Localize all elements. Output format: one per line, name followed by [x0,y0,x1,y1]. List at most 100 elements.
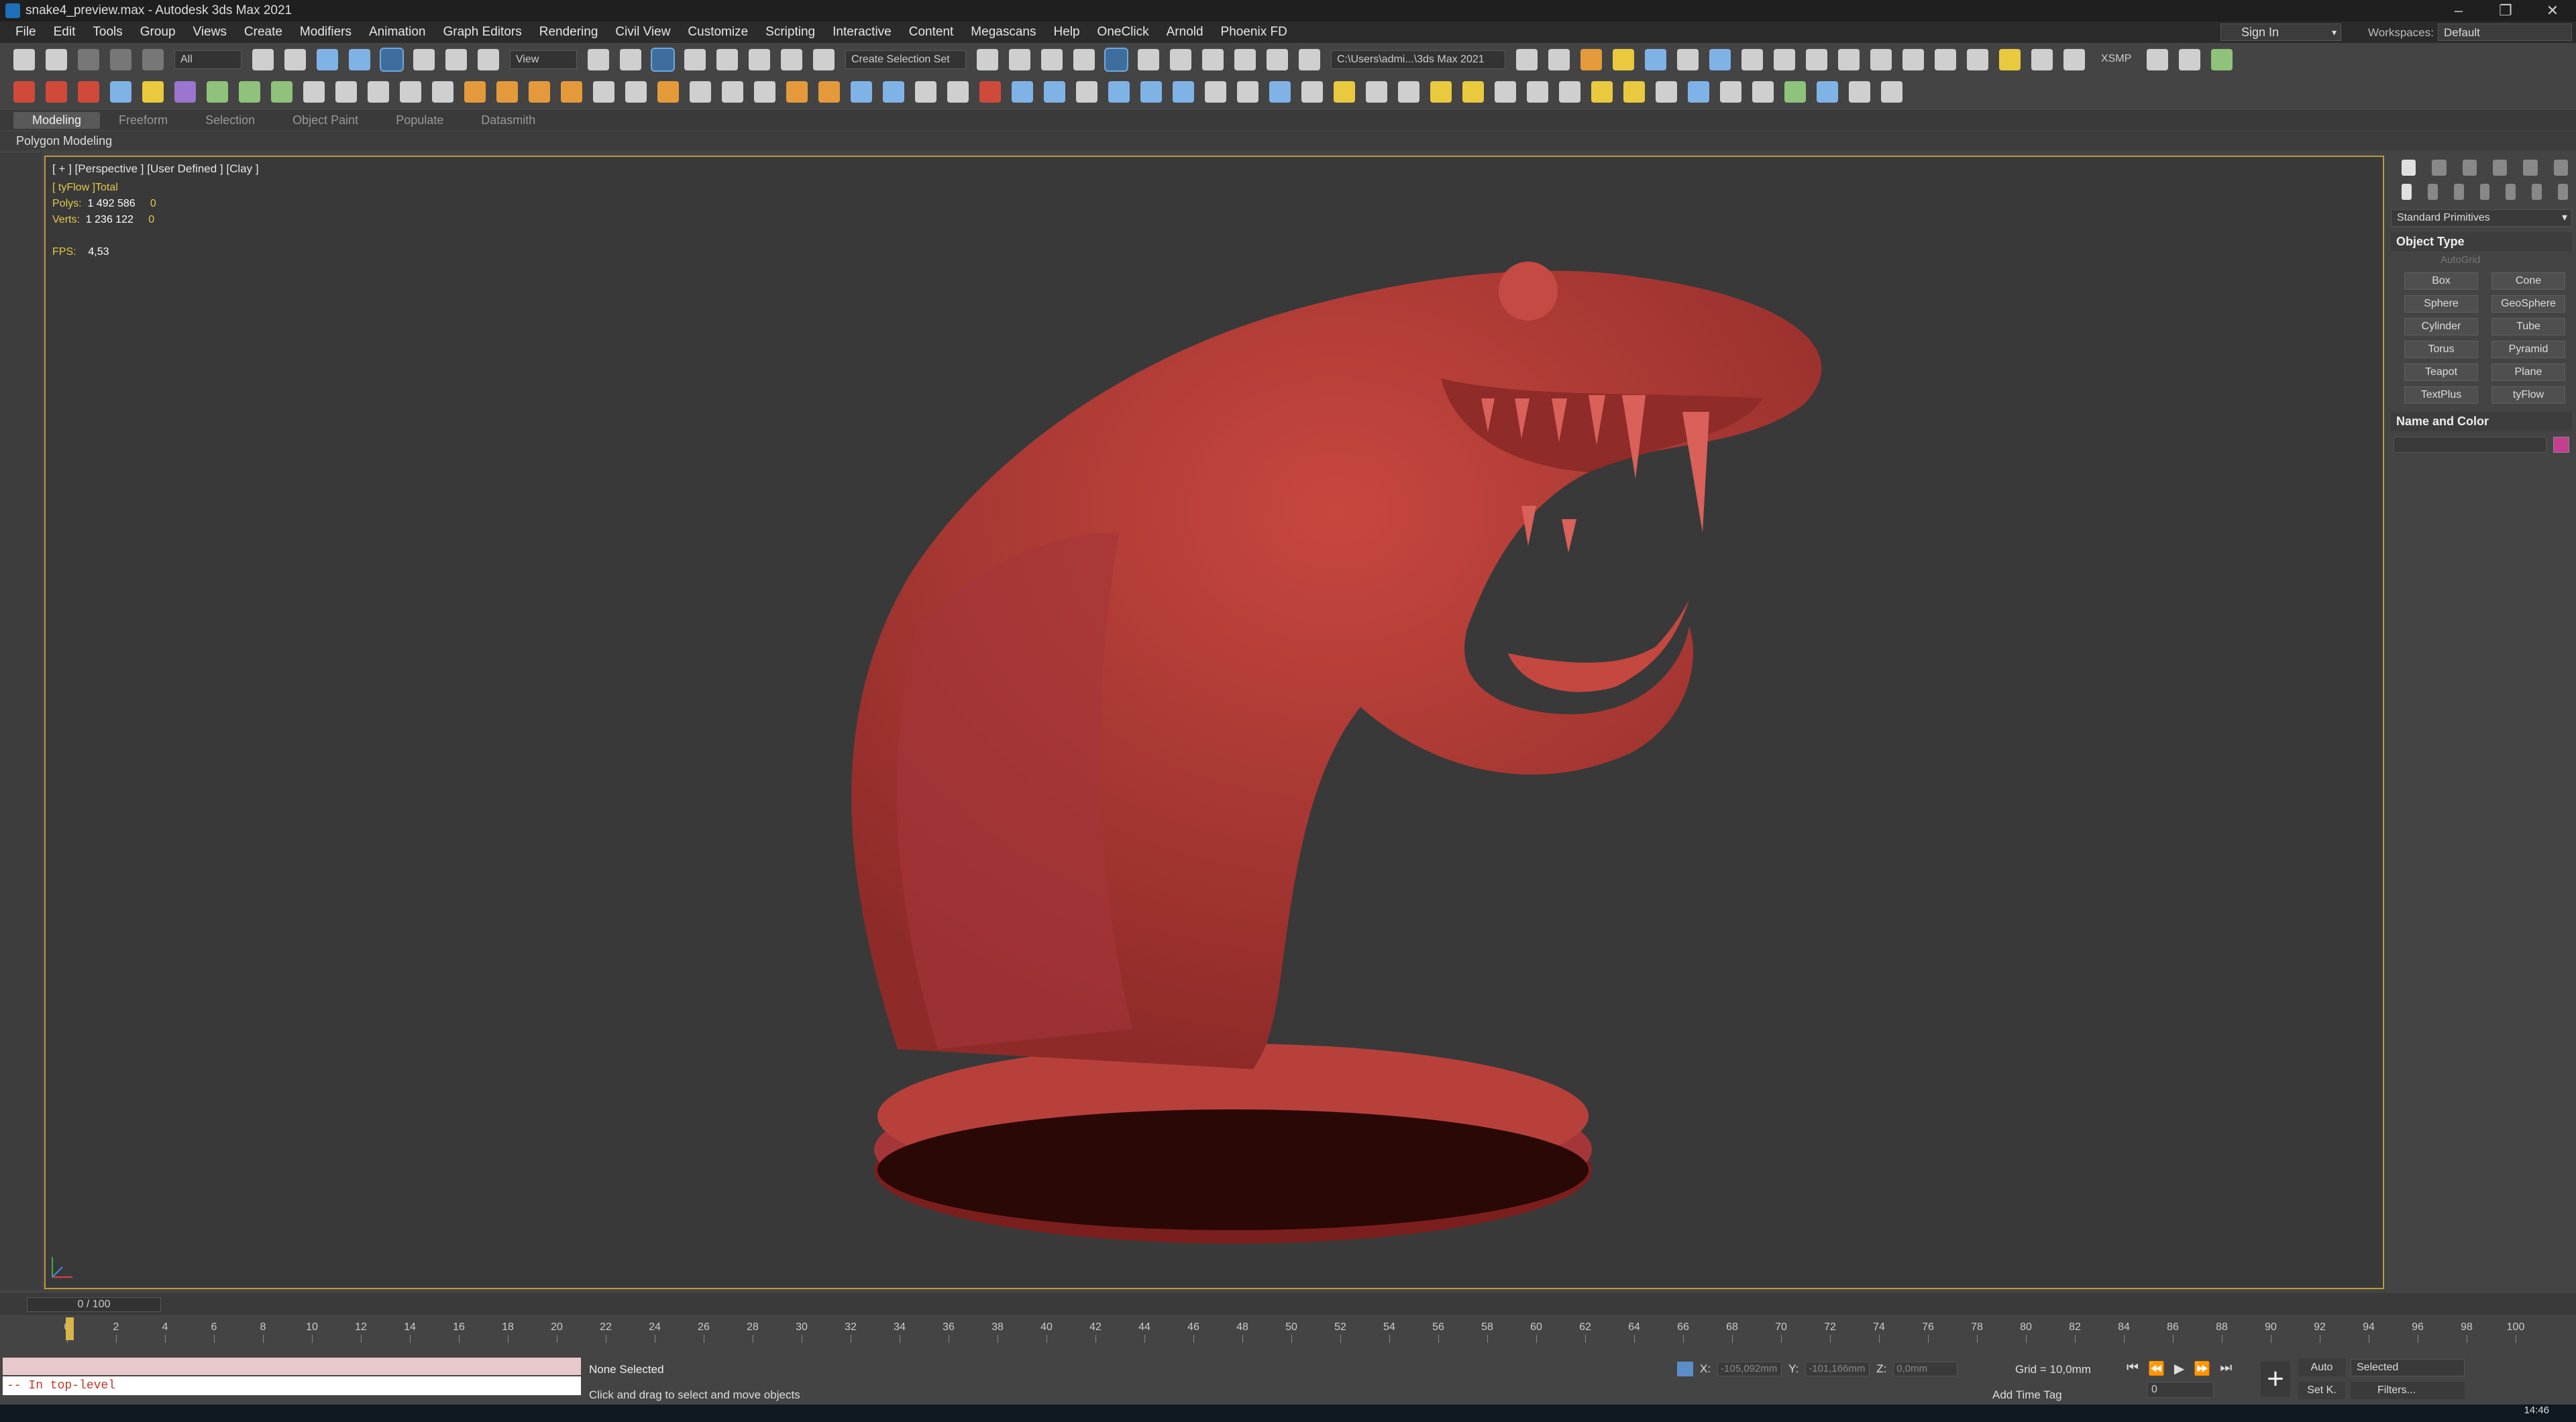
phoenix-sim-icon[interactable] [561,81,582,103]
light-icon-7[interactable] [1838,49,1860,70]
rendered-frame-window-icon[interactable] [1267,49,1288,70]
toolbar-overflow-icon[interactable] [1548,49,1570,70]
menu-tools[interactable]: Tools [84,25,131,40]
vray-material-icon[interactable] [1817,81,1838,103]
create-sphere-button[interactable]: Sphere [2404,295,2478,313]
scene-explorer-icon[interactable] [1041,49,1063,70]
tool-icon-6[interactable] [174,81,196,103]
vray-sun-icon[interactable] [1591,81,1613,103]
cameras-icon[interactable] [2479,184,2490,200]
z-coordinate-field[interactable]: 0,0mm [1893,1362,1958,1376]
menu-phoenix-fd[interactable]: Phoenix FD [1212,25,1296,40]
vray-sphere-light-icon[interactable] [1623,81,1645,103]
align-icon[interactable] [1009,49,1030,70]
select-manipulate-icon[interactable] [620,49,641,70]
phoenix-liquid-icon-5[interactable] [979,81,1001,103]
notes-icon[interactable] [1613,49,1634,70]
ribbon-tab-datasmith[interactable]: Datasmith [462,112,554,129]
tool-icon-9[interactable] [271,81,292,103]
render-setup-icon[interactable] [1234,49,1256,70]
list-icon[interactable] [432,81,453,103]
unlink-icon[interactable] [110,49,131,70]
x-coordinate-field[interactable]: -105,092mm [1717,1362,1782,1376]
vray-cone-icon[interactable] [1559,81,1580,103]
menu-customize[interactable]: Customize [679,25,757,40]
create-pyramid-button[interactable]: Pyramid [2491,341,2565,358]
mirror-icon[interactable] [977,49,998,70]
named-selection-set-dropdown[interactable]: Create Selection Set [845,50,966,69]
go-to-end-icon[interactable]: ⏭ [2220,1360,2232,1377]
menu-megascans[interactable]: Megascans [962,25,1044,40]
vray-light-icon-1[interactable] [1334,81,1355,103]
light-icon-2[interactable] [1677,49,1699,70]
phoenix-liquid-icon-8[interactable] [1076,81,1097,103]
menu-scripting[interactable]: Scripting [757,25,824,40]
menu-content[interactable]: Content [900,25,963,40]
spinner-snap-icon[interactable] [781,49,802,70]
schematic-view-icon[interactable] [1170,49,1191,70]
time-slider[interactable]: 0 / 100 [27,1297,161,1312]
menu-modifiers[interactable]: Modifiers [291,25,360,40]
viewport-label[interactable]: [ + ] [Perspective ] [User Defined ] [Cl… [52,162,259,176]
undo-icon[interactable] [13,49,35,70]
phoenix-fire-icon[interactable] [464,81,486,103]
window-crossing-icon[interactable] [349,49,370,70]
vray-dome-icon[interactable] [1430,81,1452,103]
panel-icon-3[interactable] [2063,49,2085,70]
vray-help-icon[interactable] [1881,81,1902,103]
vray-fur-icon[interactable] [1656,81,1677,103]
vray-light-icon-3[interactable] [1398,81,1419,103]
delete-icon[interactable] [400,81,421,103]
vray-sphere-icon[interactable] [1495,81,1516,103]
vray-mesh-icon[interactable] [1527,81,1548,103]
ribbon-tab-populate[interactable]: Populate [377,112,462,129]
create-tab-icon[interactable] [2402,160,2416,176]
display-tab-icon[interactable] [2523,160,2538,176]
menu-group[interactable]: Group [131,25,184,40]
y-coordinate-field[interactable]: -101,166mm [1805,1362,1870,1376]
play-icon[interactable] [303,81,325,103]
phoenix-source-icon[interactable] [529,81,550,103]
key-filters-button[interactable]: Filters... [2351,1382,2465,1399]
vray-options-icon[interactable] [1849,81,1870,103]
phoenix-liquid-icon-9[interactable] [1108,81,1130,103]
menu-help[interactable]: Help [1044,25,1088,40]
create-cylinder-button[interactable]: Cylinder [2404,318,2478,335]
tyflow-icon[interactable] [1580,49,1602,70]
set-project-folder-icon[interactable] [1516,49,1538,70]
create-box-button[interactable]: Box [2404,272,2478,290]
xsmp-icon-2[interactable] [2179,49,2200,70]
render-production-icon[interactable] [1299,49,1320,70]
phoenix-smoke-icon[interactable] [496,81,518,103]
phoenix-tool-icon-5[interactable] [722,81,743,103]
light-icon-1[interactable] [1645,49,1666,70]
light-icon-4[interactable] [1741,49,1763,70]
vray-icon-2[interactable] [1269,81,1291,103]
select-by-name-icon[interactable] [284,49,306,70]
create-teapot-button[interactable]: Teapot [2404,364,2478,381]
light-icon-5[interactable] [1774,49,1795,70]
menu-edit[interactable]: Edit [45,25,85,40]
add-time-tag[interactable]: Add Time Tag [1992,1388,2062,1402]
edit-named-selection-icon[interactable] [813,49,835,70]
vray-light-icon-2[interactable] [1366,81,1387,103]
reference-coordinate-dropdown[interactable]: View [510,50,577,69]
auto-key-button[interactable]: Auto [2298,1359,2345,1376]
rectangular-selection-icon[interactable] [317,49,338,70]
create-cone-button[interactable]: Cone [2491,272,2565,290]
phoenix-liquid-icon-3[interactable] [915,81,936,103]
playhead[interactable] [66,1317,74,1340]
select-place-icon[interactable] [478,49,499,70]
close-icon[interactable]: ✕ [2529,0,2576,21]
sign-in-dropdown[interactable]: Sign In [2220,23,2341,41]
menu-oneclick[interactable]: OneClick [1089,25,1158,40]
xsmp-icon-3[interactable] [2211,49,2233,70]
utilities-tab-icon[interactable] [2553,160,2568,176]
play-animation-icon[interactable]: ▶ [2174,1360,2184,1377]
menu-views[interactable]: Views [184,25,235,40]
menu-animation[interactable]: Animation [360,25,435,40]
lights-icon[interactable] [2453,184,2464,200]
panel-icon-2[interactable] [2031,49,2053,70]
light-icon-3[interactable] [1709,49,1731,70]
snake-sculpt-model[interactable] [46,157,2384,1289]
